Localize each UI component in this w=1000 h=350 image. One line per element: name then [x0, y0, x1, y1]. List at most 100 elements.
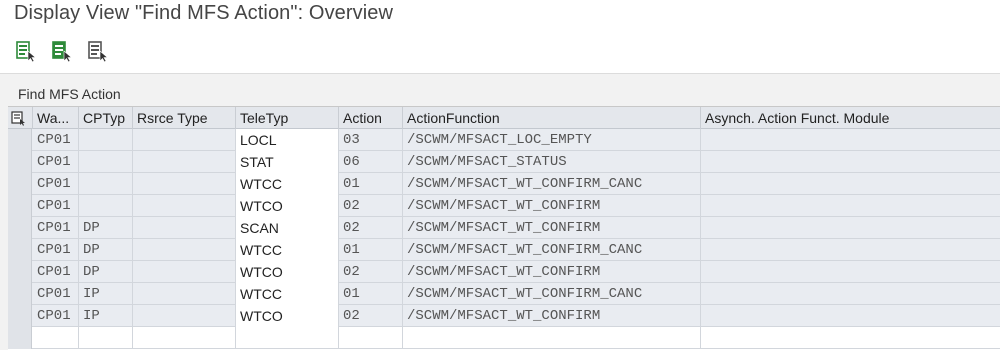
cell-rsrce-type	[133, 283, 236, 305]
cell-warehouse: CP01	[33, 217, 79, 239]
cell-rsrce-type	[133, 239, 236, 261]
cell-action-function: /SCWM/MFSACT_WT_CONFIRM_CANC	[403, 239, 701, 261]
empty-cell	[236, 327, 339, 349]
cell-action: 02	[339, 261, 403, 283]
row-selector[interactable]	[8, 129, 32, 151]
cell-async-module	[701, 195, 1000, 217]
detail-view-icon	[16, 41, 37, 63]
cell-action: 03	[339, 129, 403, 151]
cell-cptyp: DP	[79, 217, 133, 239]
cell-teletyp: WTCC	[236, 239, 339, 261]
row-selector[interactable]	[8, 173, 32, 195]
cell-async-module	[701, 261, 1000, 283]
table-row[interactable]: CP01 DP WTCO 02 /SCWM/MFSACT_WT_CONFIRM	[8, 261, 1000, 283]
cell-warehouse: CP01	[33, 173, 79, 195]
toolbar	[0, 32, 1000, 74]
column-header-async-module[interactable]: Asynch. Action Funct. Module	[701, 107, 1000, 129]
select-all-button[interactable]	[50, 39, 74, 63]
row-selector[interactable]	[8, 261, 32, 283]
cell-action: 01	[339, 173, 403, 195]
row-selector[interactable]	[8, 151, 32, 173]
cell-async-module	[701, 151, 1000, 173]
cell-rsrce-type	[133, 129, 236, 151]
column-header-warehouse[interactable]: Wa...	[33, 107, 79, 129]
column-settings-button[interactable]	[8, 107, 33, 129]
cell-action-function: /SCWM/MFSACT_WT_CONFIRM_CANC	[403, 173, 701, 195]
column-header-teletyp[interactable]: TeleTyp	[236, 107, 339, 129]
select-all-icon	[52, 41, 73, 63]
cell-action-function: /SCWM/MFSACT_LOC_EMPTY	[403, 129, 701, 151]
cell-cptyp	[79, 129, 133, 151]
row-selector[interactable]	[8, 217, 32, 239]
empty-cell	[33, 327, 79, 349]
cell-action: 01	[339, 239, 403, 261]
deselect-all-icon	[88, 41, 109, 63]
table: Wa... CPTyp Rsrce Type TeleTyp Action Ac…	[8, 106, 1000, 350]
cell-warehouse: CP01	[33, 305, 79, 327]
cell-action-function: /SCWM/MFSACT_WT_CONFIRM	[403, 195, 701, 217]
row-selector[interactable]	[8, 195, 32, 217]
cell-warehouse: CP01	[33, 151, 79, 173]
cell-teletyp: LOCL	[236, 129, 339, 151]
column-header-cptyp[interactable]: CPTyp	[79, 107, 133, 129]
table-row[interactable]: CP01 IP WTCO 02 /SCWM/MFSACT_WT_CONFIRM	[8, 305, 1000, 327]
empty-cell	[701, 327, 1000, 349]
row-selector[interactable]	[8, 283, 32, 305]
empty-cell	[339, 327, 403, 349]
cell-action-function: /SCWM/MFSACT_WT_CONFIRM_CANC	[403, 283, 701, 305]
table-header: Wa... CPTyp Rsrce Type TeleTyp Action Ac…	[8, 107, 1000, 129]
cell-rsrce-type	[133, 261, 236, 283]
cell-teletyp: SCAN	[236, 217, 339, 239]
cell-warehouse: CP01	[33, 129, 79, 151]
row-selector[interactable]	[8, 305, 32, 327]
cell-teletyp: WTCO	[236, 195, 339, 217]
cell-async-module	[701, 217, 1000, 239]
column-header-rsrce-type[interactable]: Rsrce Type	[133, 107, 236, 129]
cell-warehouse: CP01	[33, 283, 79, 305]
cell-async-module	[701, 283, 1000, 305]
deselect-all-button[interactable]	[86, 39, 110, 63]
cell-rsrce-type	[133, 195, 236, 217]
table-row[interactable]: CP01 WTCC 01 /SCWM/MFSACT_WT_CONFIRM_CAN…	[8, 173, 1000, 195]
cell-cptyp	[79, 173, 133, 195]
row-selector[interactable]	[8, 239, 32, 261]
cell-action: 02	[339, 195, 403, 217]
cell-teletyp: STAT	[236, 151, 339, 173]
cell-cptyp: IP	[79, 283, 133, 305]
cell-rsrce-type	[133, 173, 236, 195]
cell-warehouse: CP01	[33, 195, 79, 217]
cell-rsrce-type	[133, 151, 236, 173]
cell-action: 06	[339, 151, 403, 173]
table-settings-icon	[11, 111, 25, 126]
table-row[interactable]: CP01 WTCO 02 /SCWM/MFSACT_WT_CONFIRM	[8, 195, 1000, 217]
table-title: Find MFS Action	[18, 86, 121, 102]
row-selector[interactable]	[8, 327, 32, 349]
cell-warehouse: CP01	[33, 261, 79, 283]
cell-action-function: /SCWM/MFSACT_WT_CONFIRM	[403, 261, 701, 283]
column-header-action-function[interactable]: ActionFunction	[403, 107, 701, 129]
table-row[interactable]: CP01 LOCL 03 /SCWM/MFSACT_LOC_EMPTY	[8, 129, 1000, 151]
empty-row[interactable]	[8, 327, 1000, 349]
cell-action-function: /SCWM/MFSACT_STATUS	[403, 151, 701, 173]
empty-cell	[79, 327, 133, 349]
column-header-action[interactable]: Action	[339, 107, 403, 129]
cell-async-module	[701, 239, 1000, 261]
cell-cptyp	[79, 151, 133, 173]
table-row[interactable]: CP01 DP SCAN 02 /SCWM/MFSACT_WT_CONFIRM	[8, 217, 1000, 239]
cell-teletyp: WTCO	[236, 305, 339, 327]
cell-teletyp: WTCO	[236, 261, 339, 283]
table-row[interactable]: CP01 DP WTCC 01 /SCWM/MFSACT_WT_CONFIRM_…	[8, 239, 1000, 261]
detail-view-button[interactable]	[14, 39, 38, 63]
empty-cell	[133, 327, 236, 349]
table-row[interactable]: CP01 STAT 06 /SCWM/MFSACT_STATUS	[8, 151, 1000, 173]
table-row[interactable]: CP01 IP WTCC 01 /SCWM/MFSACT_WT_CONFIRM_…	[8, 283, 1000, 305]
cell-teletyp: WTCC	[236, 283, 339, 305]
cell-cptyp	[79, 195, 133, 217]
cell-action-function: /SCWM/MFSACT_WT_CONFIRM	[403, 217, 701, 239]
cell-warehouse: CP01	[33, 239, 79, 261]
cell-action: 02	[339, 217, 403, 239]
page-title: Display View "Find MFS Action": Overview	[14, 2, 394, 24]
cell-teletyp: WTCC	[236, 173, 339, 195]
cell-rsrce-type	[133, 217, 236, 239]
cell-action: 01	[339, 283, 403, 305]
